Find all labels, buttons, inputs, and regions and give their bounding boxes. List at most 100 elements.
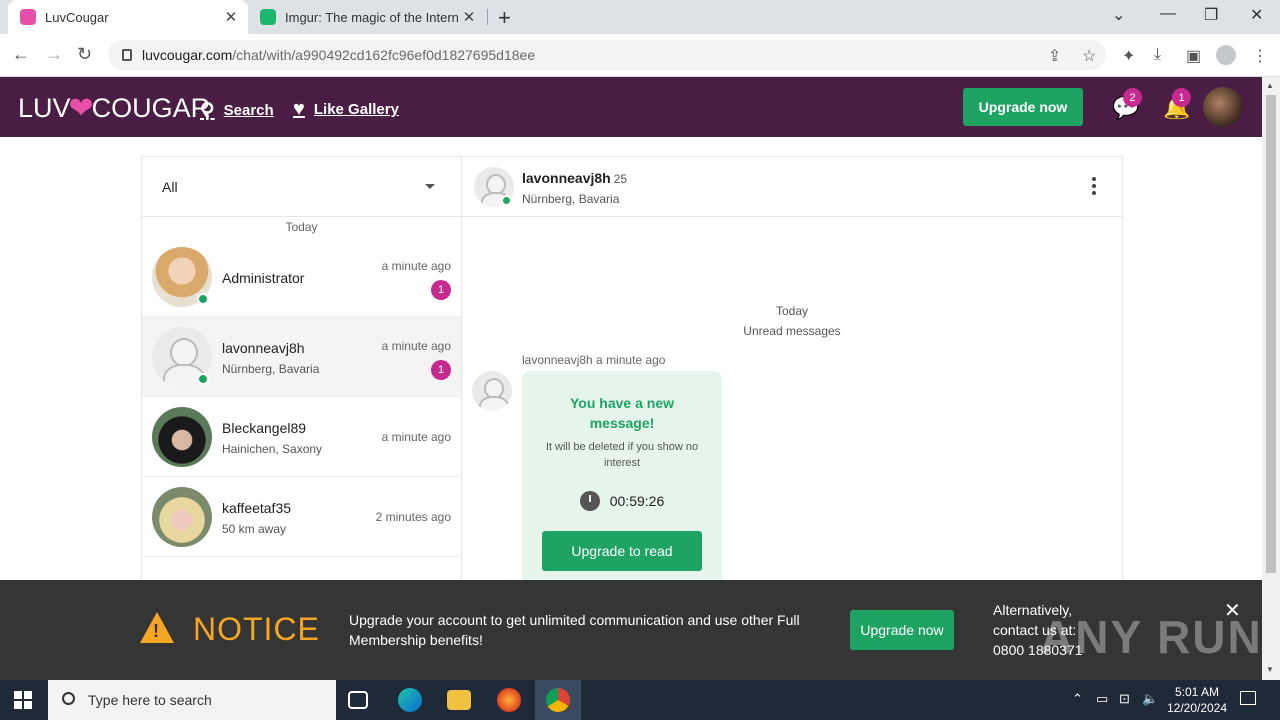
reload-icon[interactable]: ↻ [77,44,92,65]
luvcougar-logo[interactable]: LUV ❤ COUGAR [18,91,210,126]
site-header: LUV ❤ COUGAR ⚲ Search ♥ Like Gallery Upg… [0,77,1262,137]
day-label: Today [285,220,318,234]
tab-close-icon[interactable]: ✕ [220,8,242,26]
logo-text-left: LUV [18,93,71,123]
chrome-icon [546,688,570,712]
conversation-item-kaffeetaf35[interactable]: kaffeetaf35 50 km away 2 minutes ago [142,477,461,557]
upgrade-to-read-button[interactable]: Upgrade to read [542,531,702,571]
unread-messages-label: Unread messages [743,324,841,338]
conversation-filter-select[interactable]: All [142,157,461,217]
notice-title: NOTICE [193,611,320,647]
avatar [152,487,212,547]
search-icon: ⚲ [200,100,215,122]
minimize-icon[interactable]: — [1160,5,1176,23]
scroll-up-icon[interactable]: ▲ [1266,81,1274,90]
imgur-favicon-icon [260,9,276,25]
page-scrollbar[interactable]: ▲ ▼ [1262,77,1280,680]
new-tab-button[interactable]: + [498,5,511,31]
scroll-down-icon[interactable]: ▼ [1266,665,1274,674]
profile-avatar-icon[interactable] [1216,45,1236,65]
messages-badge: 2 [1123,88,1142,107]
search-icon [62,692,75,705]
chat-partner-name[interactable]: lavonneavj8h 25 [522,170,627,186]
share-icon[interactable]: ⇪ [1048,46,1061,66]
taskbar-date: 12/20/2024 [1166,701,1228,715]
message-meta: lavonneavj8h a minute ago [522,353,666,367]
tab-search-chevron-icon[interactable]: ⌄ [1112,5,1125,25]
taskbar-time: 5:01 AM [1174,685,1220,699]
nav-search-label: Search [223,102,274,119]
url-bar[interactable]: luvcougar.com/chat/with/a990492cd162fc96… [108,40,1106,70]
scrollbar-thumb[interactable] [1266,95,1276,573]
notifications-badge: 1 [1172,88,1191,107]
notice-upgrade-button[interactable]: Upgrade now [850,610,954,650]
online-indicator [197,373,209,385]
tab-title: Imgur: The magic of the Internet [285,9,458,25]
window-close-icon[interactable]: ✕ [1250,5,1263,25]
conversation-location: Nürnberg, Bavaria [222,362,320,376]
chat-partner-age: 25 [613,172,628,186]
conversation-location: 50 km away [222,522,287,536]
windows-start-icon[interactable] [14,691,32,709]
taskbar-clock[interactable]: 5:01 AM 12/20/2024 [1166,684,1228,716]
conversation-item-administrator[interactable]: Administrator a minute ago 1 [142,237,461,317]
nav-like-gallery-label: Like Gallery [313,101,399,118]
notification-center-icon[interactable] [1240,691,1256,705]
conversation-location: Hainichen, Saxony [222,442,323,456]
logo-heart-icon: ❤ [68,92,94,125]
tray-device-icon[interactable]: ▭ [1096,691,1108,707]
more-options-icon[interactable] [1092,177,1096,198]
timer-value: 00:59:26 [609,493,665,509]
conversation-time: 2 minutes ago [375,510,451,524]
side-panel-icon[interactable]: ▣ [1186,46,1201,66]
bookmark-star-icon[interactable]: ☆ [1082,46,1096,66]
edge-browser-icon[interactable] [398,688,422,712]
countdown-timer: 00:59:26 [522,491,722,511]
nav-like-gallery-link[interactable]: ♥ Like Gallery [293,98,399,121]
tab-title: LuvCougar [45,9,109,25]
browser-tab-bar: LuvCougar ✕ Imgur: The magic of the Inte… [0,0,1280,34]
user-avatar[interactable] [1203,87,1243,127]
clock-icon [579,491,600,511]
luvcougar-favicon-icon [20,9,36,25]
locked-message-bubble: You have a new message! It will be delet… [522,371,722,587]
lock-icon [122,49,132,61]
back-arrow-icon[interactable]: ← [12,44,30,65]
restore-icon[interactable]: ❐ [1204,5,1218,25]
upgrade-now-button[interactable]: Upgrade now [963,88,1083,126]
url-host: luvcougar.com [142,47,233,63]
conversation-name: kaffeetaf35 [222,500,292,516]
conversation-item-bleckangel89[interactable]: Bleckangel89 Hainichen, Saxony a minute … [142,397,461,477]
file-explorer-icon[interactable] [447,690,471,710]
tab-close-icon[interactable]: ✕ [458,8,480,26]
volume-icon[interactable]: 🔈 [1142,691,1158,707]
forward-arrow-icon[interactable]: → [45,44,63,65]
chrome-menu-icon[interactable]: ⋮ [1252,46,1268,66]
unread-count-badge: 1 [431,360,451,380]
tab-imgur[interactable]: Imgur: The magic of the Internet ✕ [250,0,486,34]
conversation-list: All Today Administrator a minute ago 1 l… [142,157,462,587]
address-toolbar: ← → ↻ luvcougar.com/chat/with/a990492cd1… [0,34,1280,77]
conversation-name: Bleckangel89 [222,420,307,436]
message-sender-avatar [472,371,512,411]
warning-exclamation: ! [153,621,159,641]
filter-value: All [162,178,178,195]
task-view-icon[interactable] [348,691,368,709]
firefox-icon[interactable] [497,688,521,712]
message-title: You have a new message! [570,395,674,431]
taskbar-search-box[interactable]: Type here to search [48,680,336,720]
avatar [152,407,212,467]
chrome-taskbar-button[interactable] [535,680,581,720]
tab-luvcougar[interactable]: LuvCougar ✕ [8,0,248,34]
chat-header: lavonneavj8h 25 Nürnberg, Bavaria [462,157,1122,217]
heart-icon: ♥ [293,98,305,120]
conversation-name: lavonneavj8h [222,340,305,356]
conversation-item-lavonneavj8h[interactable]: lavonneavj8h Nürnberg, Bavaria a minute … [142,317,461,397]
network-icon[interactable]: ⊡ [1119,691,1130,707]
taskbar-search-placeholder: Type here to search [88,692,212,708]
download-icon[interactable]: ⤓ [1154,46,1161,64]
tray-chevron-up-icon[interactable]: ⌃ [1072,691,1083,707]
conversation-time: a minute ago [381,430,451,444]
nav-search-link[interactable]: ⚲ Search [200,98,274,123]
extensions-puzzle-icon[interactable]: ✦ [1122,46,1135,66]
